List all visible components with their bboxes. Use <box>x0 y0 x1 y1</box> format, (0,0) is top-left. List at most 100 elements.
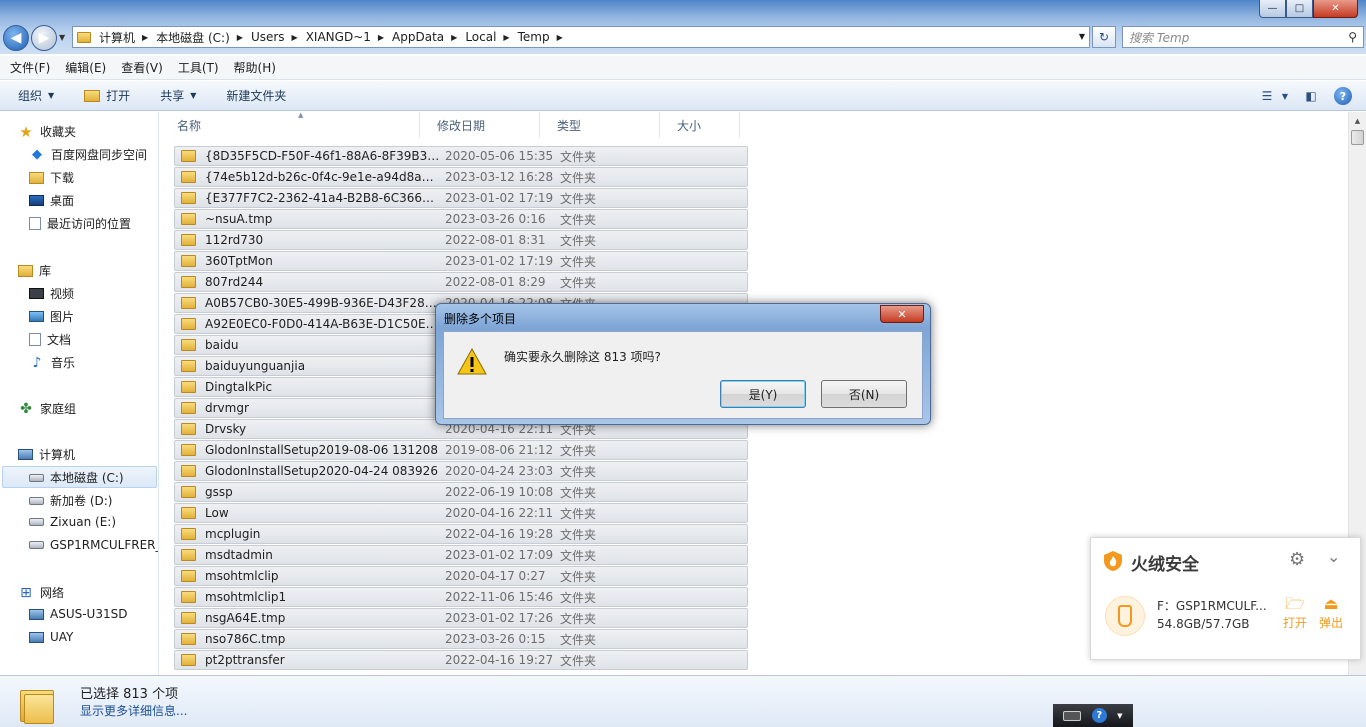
nav-downloads[interactable]: 下载 <box>29 169 74 186</box>
nav-videos[interactable]: 视频 <box>29 285 74 302</box>
nav-network-uay[interactable]: UAY <box>29 630 73 644</box>
scroll-thumb[interactable] <box>1351 130 1364 145</box>
maximize-button[interactable]: □ <box>1286 0 1313 18</box>
menu-tools[interactable]: 工具(T) <box>178 59 219 76</box>
breadcrumb-item[interactable]: AppData ▶ <box>392 30 457 44</box>
new-folder-button[interactable]: 新建文件夹 <box>226 87 286 104</box>
close-button[interactable]: ✕ <box>1313 0 1358 18</box>
preview-pane-icon[interactable]: ◧ <box>1300 86 1322 106</box>
file-row[interactable]: msohtmlclip 2020-04-17 0:27 文件夹 <box>174 566 748 586</box>
file-row[interactable]: ~nsuA.tmp 2023-03-26 0:16 文件夹 <box>174 209 748 229</box>
address-bar[interactable]: 计算机 ▶ 本地磁盘 (C:) ▶ Users ▶ XIANGD~1 ▶ AppData… <box>72 26 1090 48</box>
breadcrumb-item[interactable]: 计算机 ▶ <box>99 29 148 46</box>
forward-button[interactable]: ▶ <box>31 25 57 51</box>
nav-favorites[interactable]: ★ 收藏夹 <box>18 123 76 141</box>
chevron-right-icon[interactable]: ▶ <box>503 33 509 42</box>
breadcrumb-item[interactable]: Local ▶ <box>465 30 509 44</box>
open-button[interactable]: 打开 <box>84 87 130 104</box>
nav-pictures[interactable]: 图片 <box>29 308 74 325</box>
nav-desktop[interactable]: 桌面 <box>29 192 74 209</box>
search-input[interactable]: 搜索 Temp ⚲ <box>1122 26 1364 48</box>
usb-eject-button[interactable]: ⏏ 弹出 <box>1319 596 1343 631</box>
chevron-right-icon[interactable]: ▶ <box>237 33 243 42</box>
file-row[interactable]: 360TptMon 2023-01-02 17:19 文件夹 <box>174 251 748 271</box>
file-row[interactable]: {E377F7C2-2362-41a4-B2B8-6C3660E... 2023-… <box>174 188 748 208</box>
chevron-right-icon[interactable]: ▶ <box>292 33 298 42</box>
file-row[interactable]: {8D35F5CD-F50F-46f1-88A6-8F39B31... 2020-… <box>174 146 748 166</box>
window-controls: — □ ✕ <box>1259 0 1358 18</box>
nav-homegroup[interactable]: ✤ 家庭组 <box>18 400 76 417</box>
file-row[interactable]: 112rd730 2022-08-01 8:31 文件夹 <box>174 230 748 250</box>
back-arrow-icon: ◀ <box>10 30 22 46</box>
gear-icon[interactable]: ⚙ <box>1289 549 1305 570</box>
breadcrumb-item[interactable]: XIANGD~1 ▶ <box>306 30 384 44</box>
chevron-down-icon[interactable]: ⌄ <box>1327 547 1340 566</box>
file-row[interactable]: Low 2020-04-16 22:11 文件夹 <box>174 503 748 523</box>
view-dropdown-icon[interactable]: ▼ <box>1280 86 1290 106</box>
breadcrumb-item[interactable]: Users ▶ <box>251 30 298 44</box>
file-row[interactable]: msohtmlclip1 2022-11-06 15:46 文件夹 <box>174 587 748 607</box>
usb-drive-icon <box>29 541 44 549</box>
chevron-right-icon[interactable]: ▶ <box>557 33 563 42</box>
file-row[interactable]: {74e5b12d-b26c-0f4c-9e1e-a94d8ae... 2023-… <box>174 167 748 187</box>
file-row[interactable]: pt2pttransfer 2022-04-16 19:27 文件夹 <box>174 650 748 670</box>
chevron-right-icon[interactable]: ▶ <box>378 33 384 42</box>
nav-network-asus[interactable]: ASUS-U31SD <box>29 607 127 621</box>
search-icon[interactable]: ⚲ <box>1348 30 1357 44</box>
file-name: A92E0EC0-F0D0-414A-B63E-D1C50E6... <box>205 317 440 331</box>
file-row[interactable]: msdtadmin 2023-01-02 17:09 文件夹 <box>174 545 748 565</box>
menu-view[interactable]: 查看(V) <box>121 59 163 76</box>
file-row[interactable]: mcplugin 2022-04-16 19:28 文件夹 <box>174 524 748 544</box>
organize-button[interactable]: 组织 ▼ <box>18 87 54 104</box>
view-mode-icon[interactable]: ☰ <box>1256 86 1278 106</box>
column-header-date[interactable]: 修改日期 <box>420 112 540 138</box>
nav-computer[interactable]: 计算机 <box>18 446 75 463</box>
nav-libraries[interactable]: 库 <box>18 262 51 279</box>
nav-music[interactable]: ♪ 音乐 <box>29 354 75 371</box>
breadcrumb-item[interactable]: 本地磁盘 (C:) ▶ <box>156 29 243 46</box>
nav-network[interactable]: ⊞ 网络 <box>18 584 64 601</box>
yes-button[interactable]: 是(Y) <box>720 380 806 408</box>
chevron-right-icon[interactable]: ▶ <box>142 33 148 42</box>
nav-drive-d[interactable]: 新加卷 (D:) <box>29 492 112 509</box>
no-button[interactable]: 否(N) <box>821 380 907 408</box>
file-row[interactable]: GlodonInstallSetup2019-08-06 131208 2019-… <box>174 440 748 460</box>
column-header-type[interactable]: 类型 <box>540 112 660 138</box>
file-row[interactable]: gssp 2022-06-19 10:08 文件夹 <box>174 482 748 502</box>
dialog-close-button[interactable]: ✕ <box>880 305 924 323</box>
file-row[interactable]: 807rd244 2022-08-01 8:29 文件夹 <box>174 272 748 292</box>
breadcrumb-item[interactable]: Temp ▶ <box>518 30 563 44</box>
file-row[interactable]: nsgA64E.tmp 2023-01-02 17:26 文件夹 <box>174 608 748 628</box>
share-button[interactable]: 共享 ▼ <box>160 87 196 104</box>
minimize-button[interactable]: — <box>1259 0 1286 18</box>
column-header-name[interactable]: 名称 ▲ <box>160 112 420 138</box>
refresh-button[interactable]: ↻ <box>1092 26 1116 48</box>
address-dropdown-icon[interactable]: ▼ <box>1079 32 1085 41</box>
help-button[interactable]: ? <box>1332 86 1354 106</box>
file-row[interactable]: GlodonInstallSetup2020-04-24 083926 2020-… <box>174 461 748 481</box>
scroll-up-icon[interactable]: ▲ <box>1349 112 1366 129</box>
chevron-down-icon[interactable]: ▼ <box>1117 712 1122 720</box>
menu-help[interactable]: 帮助(H) <box>234 59 276 76</box>
nav-documents[interactable]: 文档 <box>29 331 71 348</box>
column-header-size[interactable]: 大小 <box>660 112 740 138</box>
menu-edit[interactable]: 编辑(E) <box>65 59 106 76</box>
back-button[interactable]: ◀ <box>3 25 29 51</box>
nav-baidu-sync[interactable]: ◆ 百度网盘同步空间 <box>29 146 147 163</box>
nav-drive-f[interactable]: GSP1RMCULFRER_ <box>29 538 158 552</box>
nav-drive-c[interactable]: 本地磁盘 (C:) <box>29 469 124 486</box>
file-date: 2020-04-16 22:11 <box>445 506 554 520</box>
nav-recent-places[interactable]: 最近访问的位置 <box>29 215 131 232</box>
keyboard-icon[interactable] <box>1063 710 1082 721</box>
nav-drive-e[interactable]: Zixuan (E:) <box>29 515 116 529</box>
recent-pages-dropdown[interactable]: ▼ <box>59 33 65 42</box>
help-icon[interactable]: ? <box>1091 708 1107 723</box>
usb-open-button[interactable]: 🗁 打开 <box>1283 596 1307 631</box>
menu-file[interactable]: 文件(F) <box>10 59 50 76</box>
folder-icon <box>181 150 196 162</box>
dialog-title: 删除多个项目 <box>444 312 517 326</box>
show-more-details-link[interactable]: 显示更多详细信息... <box>80 702 187 719</box>
file-row[interactable]: nso786C.tmp 2023-03-26 0:15 文件夹 <box>174 629 748 649</box>
file-date: 2023-03-12 16:28 <box>445 170 554 184</box>
chevron-right-icon[interactable]: ▶ <box>451 33 457 42</box>
